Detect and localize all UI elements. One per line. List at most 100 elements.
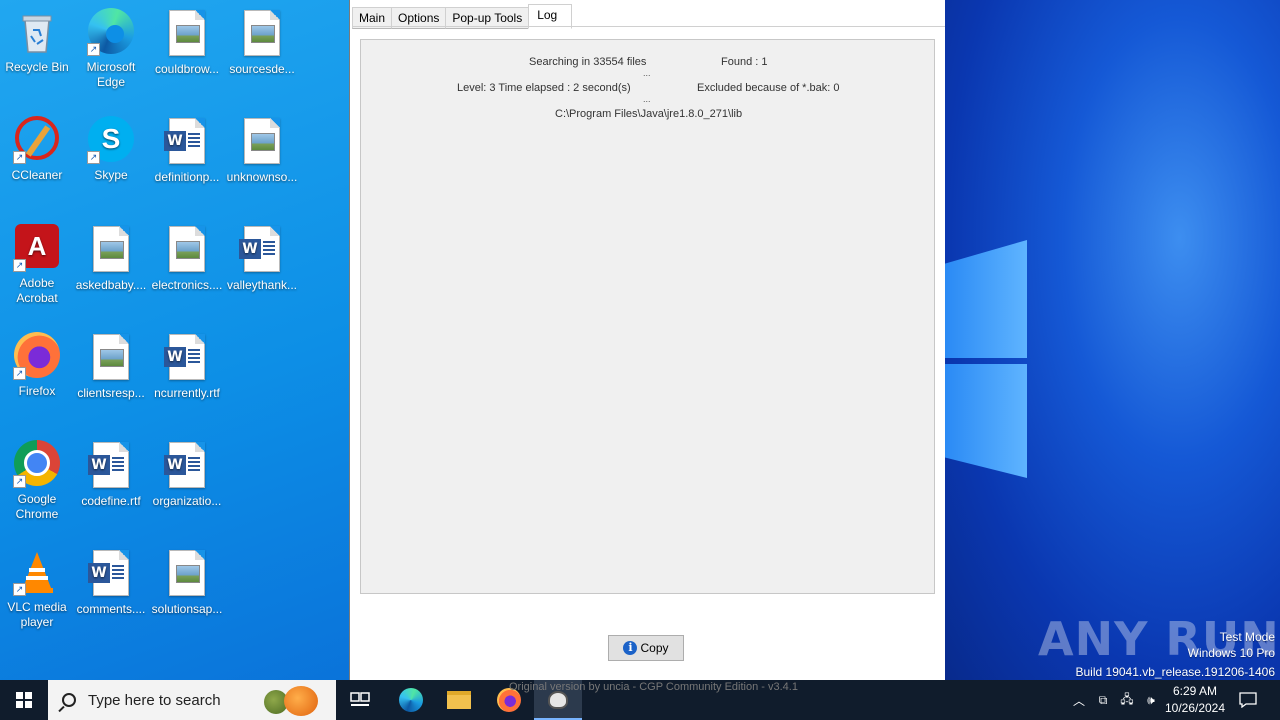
desktop-icon-recycle-bin[interactable]: Recycle Bin: [0, 8, 74, 75]
chrome-icon: ↗: [13, 440, 61, 488]
tray-overflow-button[interactable]: ︿: [1068, 680, 1090, 720]
desktop-icon-firefox[interactable]: ↗ Firefox: [0, 332, 74, 399]
notification-icon: [1239, 692, 1257, 708]
taskbar-search-box[interactable]: Type here to search: [48, 680, 336, 720]
word-file-icon: W: [87, 550, 135, 598]
icon-label: unknownso...: [226, 170, 298, 184]
edge-icon: [399, 688, 423, 712]
desktop-icon-file[interactable]: W comments....: [74, 548, 148, 617]
desktop-icon-file[interactable]: W organizatio...: [150, 440, 224, 509]
task-view-button[interactable]: [336, 680, 384, 720]
clock-time: 6:29 AM: [1172, 684, 1218, 698]
acrobat-icon: A ↗: [13, 224, 61, 272]
word-file-icon: W: [163, 334, 211, 382]
tray-volume-button[interactable]: 🕪: [1140, 680, 1162, 720]
image-file-icon: [163, 550, 211, 598]
icon-label: CCleaner: [11, 168, 63, 182]
log-found-text: Found : 1: [721, 56, 768, 68]
speaker-icon: 🕪: [1147, 692, 1155, 707]
image-file-icon: [238, 10, 286, 58]
icon-label: Google Chrome: [15, 492, 59, 521]
desktop-icon-microsoft-edge[interactable]: ↗ Microsoft Edge: [74, 8, 148, 90]
firefox-icon: ↗: [13, 332, 61, 380]
desktop-icon-file[interactable]: couldbrow...: [150, 8, 224, 77]
recycle-bin-icon: [13, 8, 61, 56]
icon-label: electronics....: [151, 278, 223, 292]
icon-label: couldbrow...: [154, 62, 220, 76]
log-separator: ...: [643, 68, 651, 78]
icon-label: comments....: [76, 602, 146, 616]
desktop-icon-adobe-acrobat[interactable]: A ↗ Adobe Acrobat: [0, 224, 74, 306]
desktop-icon-file[interactable]: clientsresp...: [74, 332, 148, 401]
notification-center-button[interactable]: [1234, 680, 1262, 720]
icon-label: valleythank...: [226, 278, 298, 292]
image-file-icon: [163, 226, 211, 274]
log-separator: ...: [643, 94, 651, 104]
icon-label: Skype: [94, 168, 128, 182]
desktop-icon-file[interactable]: askedbaby....: [74, 224, 148, 293]
logo-pane-bottom: [945, 364, 1027, 478]
icon-label: VLC media player: [7, 600, 67, 629]
icon-label: Firefox: [18, 384, 56, 398]
word-file-icon: W: [163, 442, 211, 490]
windows-edition-text: Windows 10 Pro: [1187, 646, 1275, 660]
search-app-window: Main Options Pop-up Tools Log Searching …: [349, 0, 945, 680]
copy-button-label: Copy: [640, 641, 669, 655]
device-icon: ⧉: [1098, 692, 1108, 707]
chevron-up-icon: ︿: [1072, 693, 1085, 708]
icon-label: codefine.rtf: [81, 494, 141, 508]
app-status-text: Original version by uncia - CGP Communit…: [509, 681, 798, 693]
desktop-icon-file[interactable]: solutionsap...: [150, 548, 224, 617]
copy-button[interactable]: i Copy: [608, 635, 684, 661]
tab-divider: [352, 26, 945, 27]
skype-icon: S ↗: [87, 116, 135, 164]
desktop-icon-file[interactable]: W codefine.rtf: [74, 440, 148, 509]
network-icon: 🖧: [1120, 691, 1134, 706]
desktop-icon-skype[interactable]: S ↗ Skype: [74, 116, 148, 183]
icon-label: Microsoft Edge: [86, 60, 136, 89]
desktop-icon-google-chrome[interactable]: ↗ Google Chrome: [0, 440, 74, 522]
taskbar-edge-button[interactable]: [387, 680, 435, 720]
windows-logo-wallpaper: [945, 240, 1035, 480]
image-file-icon: [238, 118, 286, 166]
desktop-icon-ccleaner[interactable]: ↗ CCleaner: [0, 116, 74, 183]
icon-label: sourcesde...: [229, 62, 295, 76]
search-icon: [62, 693, 76, 707]
desktop-icon-file[interactable]: unknownso...: [225, 116, 299, 185]
tray-network-button[interactable]: 🖧: [1116, 680, 1138, 720]
icon-label: ncurrently.rtf: [154, 386, 220, 400]
word-file-icon: W: [238, 226, 286, 274]
search-placeholder: Type here to search: [88, 691, 221, 709]
log-panel: Searching in 33554 files Found : 1 ... L…: [360, 39, 935, 594]
icon-label: Recycle Bin: [5, 60, 69, 74]
start-button[interactable]: [0, 680, 48, 720]
tab-bar: Main Options Pop-up Tools Log: [352, 4, 573, 29]
desktop-icon-vlc[interactable]: ↗ VLC media player: [0, 548, 74, 630]
icon-label: organizatio...: [152, 494, 222, 508]
desktop-icon-file[interactable]: W definitionp...: [150, 116, 224, 185]
folder-icon: [447, 691, 471, 709]
image-file-icon: [87, 334, 135, 382]
desktop-icon-file[interactable]: W ncurrently.rtf: [150, 332, 224, 401]
log-level-text: Level: 3 Time elapsed : 2 second(s): [457, 82, 631, 94]
edge-icon: ↗: [87, 8, 135, 56]
desktop-icon-file[interactable]: sourcesde...: [225, 8, 299, 77]
log-path-text: C:\Program Files\Java\jre1.8.0_271\lib: [555, 108, 743, 120]
taskbar: Type here to search Original version by …: [0, 680, 1280, 720]
icon-label: Adobe Acrobat: [16, 276, 58, 305]
icon-label: clientsresp...: [77, 386, 145, 400]
image-file-icon: [163, 10, 211, 58]
icon-label: askedbaby....: [75, 278, 147, 292]
tray-network-status-button[interactable]: ⧉: [1092, 680, 1114, 720]
search-highlight-pumpkin-icon: [262, 684, 326, 716]
icon-label: definitionp...: [154, 170, 220, 184]
desktop-icon-file[interactable]: electronics....: [150, 224, 224, 293]
desktop-icon-file[interactable]: W valleythank...: [225, 224, 299, 293]
taskbar-file-explorer-button[interactable]: [435, 680, 483, 720]
vlc-icon: ↗: [13, 548, 61, 596]
log-searching-text: Searching in 33554 files: [529, 56, 647, 68]
windows-start-icon: [16, 692, 32, 708]
clock-date: 10/26/2024: [1164, 701, 1226, 715]
logo-pane-top: [945, 240, 1027, 358]
taskbar-clock[interactable]: 6:29 AM 10/26/2024: [1162, 683, 1228, 717]
